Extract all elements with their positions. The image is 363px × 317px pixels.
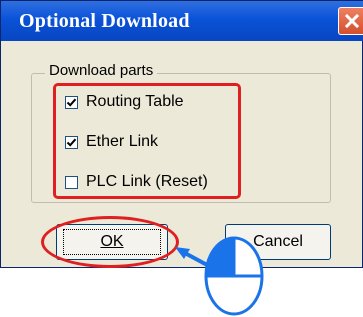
annotation-overlay	[175, 236, 264, 316]
mouse-icon	[204, 236, 264, 316]
